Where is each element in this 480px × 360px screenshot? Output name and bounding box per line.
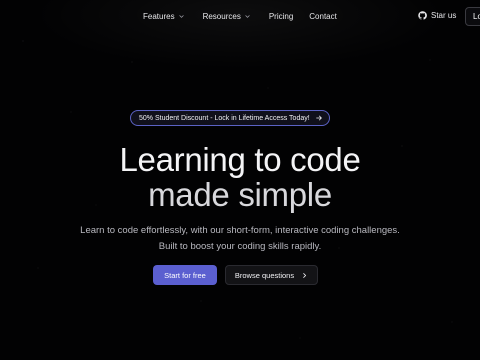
nav-resources[interactable]: Resources (203, 12, 251, 21)
start-for-free-button[interactable]: Start for free (153, 265, 217, 285)
browse-questions-button[interactable]: Browse questions (225, 265, 318, 285)
start-for-free-label: Start for free (164, 270, 206, 280)
star-us-label: Star us (431, 11, 457, 20)
hero-headline: Learning to code made simple (0, 142, 480, 212)
landing-page: Features Resources Pricing Contact Star … (0, 0, 480, 360)
subtext-line-2: Built to boost your coding skills rapidl… (158, 241, 322, 252)
discount-badge-text: 50% Student Discount - Lock in Lifetime … (139, 114, 310, 122)
top-nav: Features Resources Pricing Contact Star … (0, 0, 480, 34)
nav-features[interactable]: Features (143, 12, 185, 21)
github-icon (418, 11, 427, 20)
discount-badge[interactable]: 50% Student Discount - Lock in Lifetime … (130, 110, 330, 126)
nav-resources-label: Resources (202, 12, 241, 21)
nav-pricing-label: Pricing (268, 12, 294, 21)
nav-pricing[interactable]: Pricing (269, 12, 293, 21)
browse-questions-label: Browse questions (234, 270, 295, 280)
login-label: Lo (473, 12, 480, 21)
hero-subtext: Learn to code effortlessly, with our sho… (0, 223, 480, 255)
nav-contact-label: Contact (309, 12, 337, 21)
chevron-down-icon (245, 15, 250, 18)
nav-features-label: Features (143, 12, 175, 21)
login-button[interactable]: Lo (465, 7, 480, 26)
chevron-down-icon (178, 15, 184, 18)
arrow-right-circle-icon (315, 115, 322, 121)
nav-contact[interactable]: Contact (309, 12, 337, 21)
star-us-link[interactable]: Star us (418, 11, 456, 20)
chevron-right-icon (303, 272, 307, 278)
subtext-line-1: Learn to code effortlessly, with our sho… (80, 225, 400, 236)
headline-line-2: made simple (148, 176, 332, 213)
nav-links: Features Resources Pricing Contact (143, 12, 337, 21)
headline-line-1: Learning to code (119, 141, 361, 178)
